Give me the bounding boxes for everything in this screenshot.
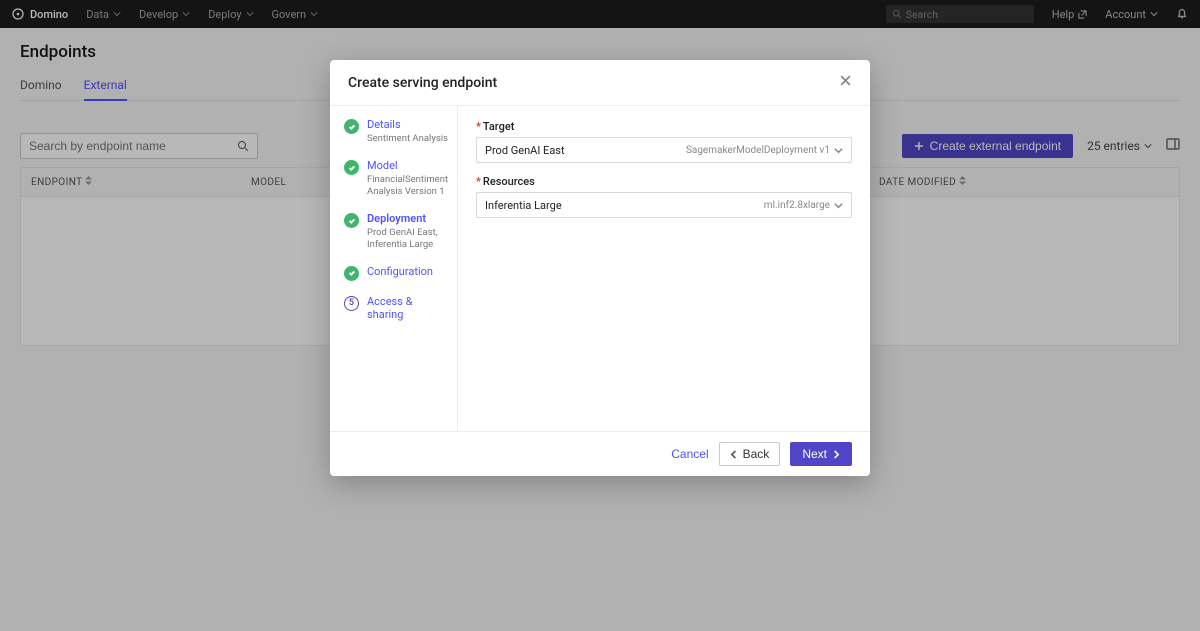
step-deployment[interactable]: Deployment Prod GenAI East, Inferentia L… bbox=[344, 212, 449, 251]
wizard-steps: Details Sentiment Analysis Model Financi… bbox=[330, 106, 458, 431]
step-access-sharing[interactable]: 5 Access & sharing bbox=[344, 295, 449, 321]
target-label: *Target bbox=[476, 120, 852, 133]
modal-title: Create serving endpoint bbox=[348, 75, 497, 91]
modal-overlay: Create serving endpoint Details Sentimen… bbox=[0, 0, 1200, 631]
resources-label: *Resources bbox=[476, 175, 852, 188]
chevron-left-icon bbox=[730, 450, 739, 459]
close-button[interactable] bbox=[839, 74, 852, 91]
step-done-icon bbox=[344, 160, 359, 175]
create-endpoint-modal: Create serving endpoint Details Sentimen… bbox=[330, 60, 870, 476]
step-details[interactable]: Details Sentiment Analysis bbox=[344, 118, 449, 145]
step-done-icon bbox=[344, 119, 359, 134]
resources-select[interactable]: Inferentia Large ml.inf2.8xlarge bbox=[476, 192, 852, 218]
close-icon bbox=[839, 74, 852, 87]
chevron-down-icon bbox=[834, 201, 843, 210]
step-configuration[interactable]: Configuration bbox=[344, 265, 449, 281]
step-done-icon bbox=[344, 213, 359, 228]
step-model[interactable]: Model FinancialSentimentAnalysis Version… bbox=[344, 159, 449, 198]
deployment-form: *Target Prod GenAI East SagemakerModelDe… bbox=[458, 106, 870, 431]
chevron-right-icon bbox=[831, 450, 840, 459]
back-button[interactable]: Back bbox=[719, 442, 781, 466]
cancel-button[interactable]: Cancel bbox=[671, 447, 708, 461]
next-button[interactable]: Next bbox=[790, 442, 852, 466]
step-number-icon: 5 bbox=[344, 296, 359, 311]
target-select[interactable]: Prod GenAI East SagemakerModelDeployment… bbox=[476, 137, 852, 163]
step-done-icon bbox=[344, 266, 359, 281]
chevron-down-icon bbox=[834, 146, 843, 155]
